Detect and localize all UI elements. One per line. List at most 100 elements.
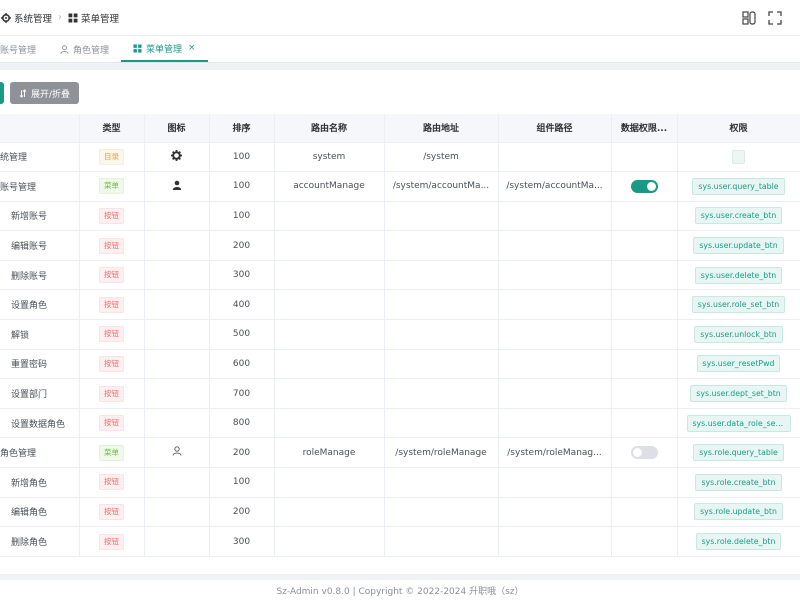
table-row[interactable]: 设置数据角色 按钮 800 sys.user.data_role_set_btn	[0, 408, 800, 439]
column-header-sort: 排序	[209, 114, 275, 143]
icon-cell	[144, 260, 210, 291]
breadcrumb-separator: ›	[58, 12, 63, 23]
expand-collapse-label: 展开/折叠	[31, 89, 71, 100]
tab-label: 菜单管理	[146, 44, 183, 55]
data-permission-cell	[611, 349, 678, 380]
table-row[interactable]: 设置部门 按钮 700 sys.user.dept_set_btn	[0, 378, 800, 409]
breadcrumb-item-system[interactable]: 系统管理	[14, 11, 52, 25]
menu-name: 新增角色	[11, 478, 48, 489]
table-row[interactable]: 解锁 按钮 500 sys.user.unlock_btn	[0, 319, 800, 350]
route-name-cell	[274, 497, 385, 528]
permission-cell: sys.user.delete_btn	[677, 260, 800, 291]
permission-tag: sys.user.data_role_set_btn	[686, 414, 791, 432]
type-cell: 按钮	[79, 378, 145, 409]
permission-cell: sys.role.delete_btn	[677, 526, 800, 557]
permission-tag: sys.user.role_set_btn	[691, 296, 786, 314]
column-header-name	[0, 114, 80, 143]
data-permission-toggle[interactable]	[630, 446, 658, 460]
table-row[interactable]: 重置密码 按钮 600 sys.user_resetPwd	[0, 349, 800, 380]
column-header-route-name: 路由名称	[274, 114, 385, 143]
type-tag: 按钮	[99, 237, 124, 254]
permission-tag: sys.role.update_btn	[694, 503, 783, 521]
icon-cell	[144, 349, 210, 380]
toolbar: 展开/折叠	[0, 82, 800, 104]
permission-cell: sys.role.query_table	[677, 437, 800, 469]
table-row[interactable]: 新增账号 按钮 100 sys.user.create_btn	[0, 201, 800, 232]
table-row[interactable]: 角色管理 菜单 200 roleManage/system/roleManage/sy…	[0, 437, 800, 469]
tab-menu[interactable]: 菜单管理 ×	[121, 36, 208, 62]
layout-icon[interactable]	[742, 10, 756, 29]
column-header-icon: 图标	[144, 114, 210, 143]
permission-cell: sys.user.data_role_set_btn	[677, 408, 800, 439]
sort-cell: 100	[209, 467, 275, 498]
icon-cell	[144, 467, 210, 498]
top-header: 系统管理 › 菜单管理	[0, 0, 800, 36]
route-name-cell	[274, 349, 385, 380]
menu-name-cell: 编辑账号	[0, 230, 80, 261]
data-permission-cell	[611, 142, 678, 173]
route-name-cell: accountManage	[274, 171, 385, 202]
menu-name: 新增账号	[11, 212, 48, 223]
component-path-cell	[498, 408, 612, 439]
tab-account[interactable]: 账号管理	[0, 36, 48, 62]
grid-icon	[68, 13, 78, 23]
table-row[interactable]: 统管理 目录 100 system/system	[0, 142, 800, 173]
route-name-cell	[274, 319, 385, 350]
menu-name-cell: 删除角色	[0, 526, 80, 557]
route-path-cell	[384, 319, 499, 350]
type-tag: 按钮	[99, 267, 124, 284]
table-row[interactable]: 新增角色 按钮 100 sys.role.create_btn	[0, 467, 800, 498]
permission-cell: sys.user.unlock_btn	[677, 319, 800, 350]
data-permission-toggle[interactable]	[630, 179, 658, 193]
route-path-cell	[384, 526, 499, 557]
component-path-cell	[498, 319, 612, 350]
icon-cell	[144, 319, 210, 350]
icon-cell	[144, 526, 210, 557]
route-path-cell	[384, 378, 499, 409]
type-cell: 按钮	[79, 349, 145, 380]
table-row[interactable]: 编辑账号 按钮 200 sys.user.update_btn	[0, 230, 800, 261]
close-icon[interactable]: ×	[188, 43, 196, 53]
permission-tag: sys.role.delete_btn	[695, 533, 782, 551]
permission-cell: sys.user.query_table	[677, 171, 800, 202]
sort-cell: 200	[209, 230, 275, 261]
menu-name-cell: 角色管理	[0, 437, 80, 469]
component-path-cell: /system/accountMa...	[498, 171, 612, 202]
expand-collapse-button[interactable]: 展开/折叠	[10, 82, 80, 104]
sort-cell: 300	[209, 526, 275, 557]
menu-name: 删除角色	[11, 538, 48, 549]
route-path-cell	[384, 467, 499, 498]
type-tag: 按钮	[99, 207, 124, 224]
tab-role[interactable]: 角色管理	[48, 36, 121, 62]
route-path-cell	[384, 230, 499, 261]
column-header-data-permission: 数据权限...	[611, 114, 678, 143]
permission-cell: sys.user.dept_set_btn	[677, 378, 800, 409]
table-row[interactable]: 编辑角色 按钮 200 sys.role.update_btn	[0, 497, 800, 528]
table-row[interactable]: 设置角色 按钮 400 sys.user.role_set_btn	[0, 289, 800, 321]
sort-cell: 200	[209, 497, 275, 528]
menu-name-cell: 账号管理	[0, 171, 80, 202]
menu-name-cell: 编辑角色	[0, 497, 80, 528]
permission-cell: sys.user.update_btn	[677, 230, 800, 261]
footer: Sz-Admin v0.8.0 | Copyright © 2022-2024 …	[0, 580, 800, 600]
table-row[interactable]: 账号管理 菜单 100 accountManage/system/accountMa.…	[0, 171, 800, 202]
breadcrumb: 系统管理 › 菜单管理	[1, 11, 119, 25]
route-path-cell	[384, 260, 499, 291]
table-row[interactable]: 删除角色 按钮 300 sys.role.delete_btn	[0, 526, 800, 557]
permission-tag: sys.user.delete_btn	[694, 266, 783, 284]
grid-icon	[133, 43, 142, 53]
type-cell: 按钮	[79, 201, 145, 232]
type-cell: 按钮	[79, 526, 145, 557]
type-cell: 按钮	[79, 467, 145, 498]
fullscreen-icon[interactable]	[768, 10, 782, 29]
add-button[interactable]	[0, 82, 4, 104]
column-header-permission: 权限	[677, 114, 800, 143]
column-header-component: 组件路径	[498, 114, 612, 143]
table-row[interactable]: 删除账号 按钮 300 sys.user.delete_btn	[0, 260, 800, 291]
permission-tag: sys.user.create_btn	[694, 207, 783, 225]
menu-name-cell: 删除账号	[0, 260, 80, 291]
sort-cell: 100	[209, 171, 275, 202]
data-permission-cell	[611, 408, 678, 439]
type-cell: 菜单	[79, 437, 145, 469]
sort-cell: 100	[209, 201, 275, 232]
